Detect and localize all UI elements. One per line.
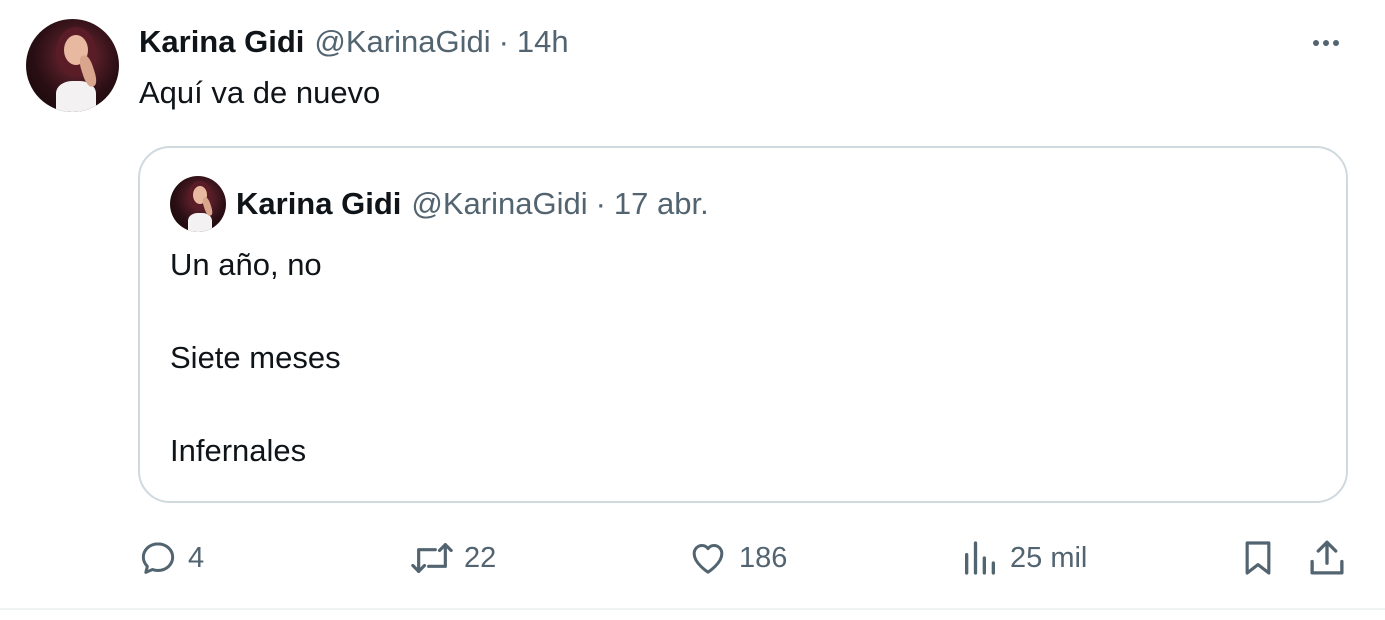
retweet-icon [411, 543, 453, 573]
tweet-divider [0, 608, 1385, 610]
bookmark-icon [1245, 541, 1271, 575]
tweet[interactable]: Karina Gidi @KarinaGidi · 14h Aquí va de… [0, 0, 1385, 608]
views-button[interactable]: 25 mil [960, 536, 1087, 580]
header-separator: · [595, 186, 606, 221]
quoted-tweet-header: Karina Gidi @KarinaGidi · 17 abr. [236, 186, 709, 222]
tweet-text: Aquí va de nuevo [139, 75, 381, 110]
bookmark-button[interactable] [1238, 536, 1278, 580]
views-count: 25 mil [1010, 541, 1088, 574]
views-icon [965, 541, 995, 575]
reply-icon [141, 542, 175, 574]
like-count: 186 [739, 541, 788, 574]
quoted-tweet-card[interactable]: Karina Gidi @KarinaGidi · 17 abr. Un año… [138, 146, 1348, 503]
header-separator: · [498, 24, 509, 59]
author-handle[interactable]: @KarinaGidi [314, 24, 490, 60]
reply-button[interactable]: 4 [138, 536, 204, 580]
tweet-timestamp[interactable]: 14h [517, 24, 569, 60]
quoted-tweet-line: Infernales [170, 433, 307, 468]
share-icon [1310, 540, 1344, 575]
author-name[interactable]: Karina Gidi [139, 24, 304, 60]
retweet-count: 22 [464, 541, 497, 574]
share-button[interactable] [1306, 536, 1348, 580]
retweet-button[interactable]: 22 [410, 536, 496, 580]
quoted-author-handle: @KarinaGidi [411, 186, 588, 221]
quoted-author-avatar [170, 176, 226, 232]
quoted-tweet-line: Un año, no [170, 247, 322, 282]
quoted-author-name: Karina Gidi [236, 186, 402, 221]
tweet-header: Karina Gidi @KarinaGidi · 14h [139, 24, 569, 60]
reply-count: 4 [188, 541, 205, 574]
author-avatar[interactable] [26, 19, 119, 112]
like-button[interactable]: 186 [687, 536, 787, 580]
more-options-button[interactable] [1306, 28, 1346, 58]
more-horizontal-icon [1313, 40, 1319, 46]
quoted-tweet-date: 17 abr. [613, 186, 709, 221]
like-icon [692, 544, 724, 574]
quoted-tweet-line: Siete meses [170, 340, 341, 375]
